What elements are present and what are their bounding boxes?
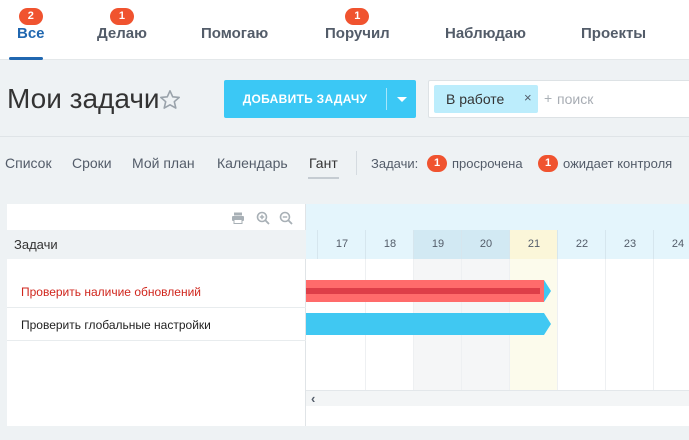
page-title: Мои задачи bbox=[7, 83, 160, 114]
tab-assigned[interactable]: 1 Поручил bbox=[325, 8, 390, 42]
tab-list[interactable]: Список bbox=[5, 155, 52, 171]
tab-helping-label: Помогаю bbox=[201, 25, 269, 42]
gantt-task-bar[interactable] bbox=[306, 280, 544, 302]
tasks-summary-label: Задачи: bbox=[371, 156, 419, 171]
gantt-bar-end-handle[interactable] bbox=[544, 280, 551, 302]
star-icon[interactable] bbox=[158, 88, 182, 112]
search-input[interactable] bbox=[557, 89, 687, 109]
add-task-button[interactable]: ДОБАВИТЬ ЗАДАЧУ bbox=[224, 80, 416, 118]
awaiting-count-badge: 1 bbox=[538, 155, 558, 172]
task-name-link[interactable]: Проверить глобальные настройки bbox=[21, 318, 211, 332]
gantt-day-column bbox=[606, 259, 654, 390]
tab-projects[interactable]: Проекты bbox=[581, 25, 646, 42]
overdue-count-badge: 1 bbox=[427, 155, 447, 172]
zoom-out-icon[interactable] bbox=[279, 211, 293, 225]
gantt-day-column bbox=[654, 259, 689, 390]
gantt-day-header: 19 bbox=[414, 230, 462, 259]
gantt-day-label: 22 bbox=[575, 238, 589, 250]
gantt-day-header: 22 bbox=[558, 230, 606, 259]
page-header: Мои задачи ДОБАВИТЬ ЗАДАЧУ В работе × + bbox=[0, 61, 689, 135]
tab-all[interactable]: 2 Все bbox=[17, 8, 45, 42]
tab-doing-label: Делаю bbox=[97, 25, 147, 42]
tab-deadlines[interactable]: Сроки bbox=[72, 155, 112, 171]
chevron-down-icon[interactable] bbox=[387, 80, 416, 118]
tab-projects-label: Проекты bbox=[581, 25, 647, 42]
gantt-day-label: 24 bbox=[671, 238, 685, 250]
tab-watching-label: Наблюдаю bbox=[445, 25, 526, 42]
plus-icon: + bbox=[544, 90, 553, 106]
active-view-underline bbox=[308, 177, 339, 179]
tab-my-plan[interactable]: Мой план bbox=[132, 155, 195, 171]
gantt-tasks-header-label: Задачи bbox=[14, 237, 58, 252]
tab-all-counter: 2 bbox=[18, 8, 43, 25]
gantt-day-header: 21 bbox=[510, 230, 558, 259]
gantt-day-header-partial bbox=[306, 230, 318, 259]
gantt-task-list: Задачи Проверить наличие обновлений Пров… bbox=[7, 204, 306, 426]
tab-all-label: Все bbox=[17, 25, 45, 42]
gantt-day-label: 18 bbox=[383, 238, 397, 250]
tab-doing-counter: 1 bbox=[109, 8, 134, 25]
tab-gantt[interactable]: Гант bbox=[309, 155, 338, 171]
gantt-bar-end-handle[interactable] bbox=[544, 313, 551, 335]
gantt-day-label: 23 bbox=[623, 238, 637, 250]
gantt-tasks-header: Задачи bbox=[7, 230, 306, 259]
filter-tag-in-progress[interactable]: В работе × bbox=[434, 85, 538, 113]
horizontal-scrollbar[interactable]: ‹ bbox=[306, 390, 689, 406]
tab-helping[interactable]: Помогаю bbox=[201, 25, 268, 42]
gantt-day-column bbox=[558, 259, 606, 390]
gantt-day-label: 19 bbox=[431, 238, 445, 250]
close-icon[interactable]: × bbox=[524, 90, 532, 105]
gantt-day-label: 21 bbox=[527, 238, 541, 250]
gantt-day-label: 17 bbox=[335, 238, 349, 250]
tab-watching[interactable]: Наблюдаю bbox=[445, 25, 526, 42]
filter-tag-label: В работе bbox=[446, 91, 505, 107]
gantt-day-header: 18 bbox=[366, 230, 414, 259]
gantt-task-bar[interactable] bbox=[306, 313, 544, 335]
role-tabs-bar: 2 Все 1 Делаю Помогаю 1 Поручил Наблюдаю… bbox=[0, 0, 689, 60]
task-row[interactable]: Проверить наличие обновлений bbox=[7, 275, 306, 308]
gantt-day-header: 20 bbox=[462, 230, 510, 259]
tab-assigned-counter: 1 bbox=[345, 8, 370, 25]
add-task-button-label: ДОБАВИТЬ ЗАДАЧУ bbox=[242, 92, 368, 106]
zoom-in-icon[interactable] bbox=[256, 211, 270, 225]
overdue-filter-link[interactable]: просрочена bbox=[452, 156, 523, 171]
task-name-link[interactable]: Проверить наличие обновлений bbox=[21, 285, 201, 299]
gantt-timeline-top bbox=[306, 204, 689, 230]
gantt-day-header: 23 bbox=[606, 230, 654, 259]
gantt-overdue-stripe bbox=[306, 288, 540, 294]
gantt-timeline: 17 18 19 20 21 22 23 24 ‹ bbox=[306, 204, 689, 426]
divider bbox=[356, 151, 357, 175]
task-row[interactable]: Проверить глобальные настройки bbox=[7, 308, 306, 341]
print-icon[interactable] bbox=[231, 211, 245, 225]
view-switcher: Список Сроки Мой план Календарь Гант Зад… bbox=[0, 136, 689, 188]
active-tab-underline bbox=[9, 57, 43, 60]
gantt-day-header: 17 bbox=[318, 230, 366, 259]
gantt-day-label: 20 bbox=[479, 238, 493, 250]
chevron-left-icon[interactable]: ‹ bbox=[311, 391, 315, 406]
filter-search-box[interactable]: В работе × + bbox=[428, 80, 689, 118]
awaiting-control-filter-link[interactable]: ожидает контроля bbox=[563, 156, 672, 171]
tab-calendar[interactable]: Календарь bbox=[217, 155, 288, 171]
tab-doing[interactable]: 1 Делаю bbox=[97, 8, 147, 42]
gantt-day-header: 24 bbox=[654, 230, 689, 259]
tab-assigned-label: Поручил bbox=[325, 25, 390, 42]
gantt-chart: Задачи Проверить наличие обновлений Пров… bbox=[7, 204, 689, 426]
